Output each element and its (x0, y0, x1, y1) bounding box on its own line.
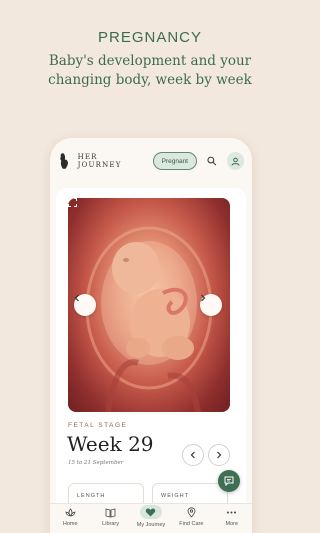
expand-icon[interactable] (68, 198, 77, 207)
promo-title: PREGNANCY (97, 29, 203, 46)
pregnancy-silhouette-logo-icon (60, 153, 68, 169)
week-title: Week 29 (67, 432, 154, 456)
chevron-left-icon (74, 294, 79, 302)
promo-subtitle-line2: changing body, week by week (48, 72, 252, 88)
location-pin-icon (187, 507, 196, 518)
tab-home-label: Home (62, 521, 78, 527)
user-icon (231, 157, 240, 166)
tab-library-label: Library (102, 521, 119, 527)
previous-week-button[interactable] (182, 444, 204, 466)
pregnant-mode-pill[interactable]: Pregnant (152, 152, 197, 170)
next-image-button[interactable] (200, 294, 222, 316)
tab-find-care-label: Find Care (179, 521, 204, 527)
promo-subtitle-line1: Baby's development and your (48, 53, 252, 69)
stage-label: FETAL STAGE (68, 422, 128, 429)
promo-subtitle: Baby's development and your changing bod… (0, 52, 300, 90)
weight-label: WEIGHT (161, 493, 189, 499)
next-week-button[interactable] (208, 444, 230, 466)
tab-my-journey[interactable]: My Journey (131, 505, 171, 528)
tab-more-label: More (225, 521, 239, 527)
app-header: HER JOURNEY Pregnant (58, 150, 244, 172)
active-tab-indicator (139, 505, 162, 519)
chat-button[interactable] (218, 470, 240, 492)
book-icon (105, 508, 116, 518)
brand-name: HER JOURNEY (77, 153, 122, 169)
length-label: LENGTH (77, 493, 106, 499)
tab-more[interactable]: More (212, 507, 252, 527)
tab-home[interactable]: Home (50, 507, 90, 527)
lotus-icon (65, 508, 76, 517)
tab-library[interactable]: Library (91, 507, 131, 527)
chevron-right-icon (201, 294, 206, 302)
chevron-left-icon (190, 451, 195, 459)
profile-button[interactable] (226, 152, 244, 170)
previous-image-button[interactable] (74, 294, 96, 316)
fetus-illustration (68, 198, 230, 412)
chat-bubble-icon (224, 476, 234, 486)
date-range: 15 to 21 September (68, 460, 124, 466)
heart-icon (146, 508, 156, 516)
bottom-tab-bar: Home Library My Journey Find Care More (50, 503, 252, 533)
more-dots-icon (227, 511, 237, 514)
search-icon[interactable] (207, 156, 217, 166)
tab-find-care[interactable]: Find Care (171, 507, 211, 527)
tab-my-journey-label: My Journey (136, 522, 166, 528)
chevron-right-icon (217, 451, 222, 459)
